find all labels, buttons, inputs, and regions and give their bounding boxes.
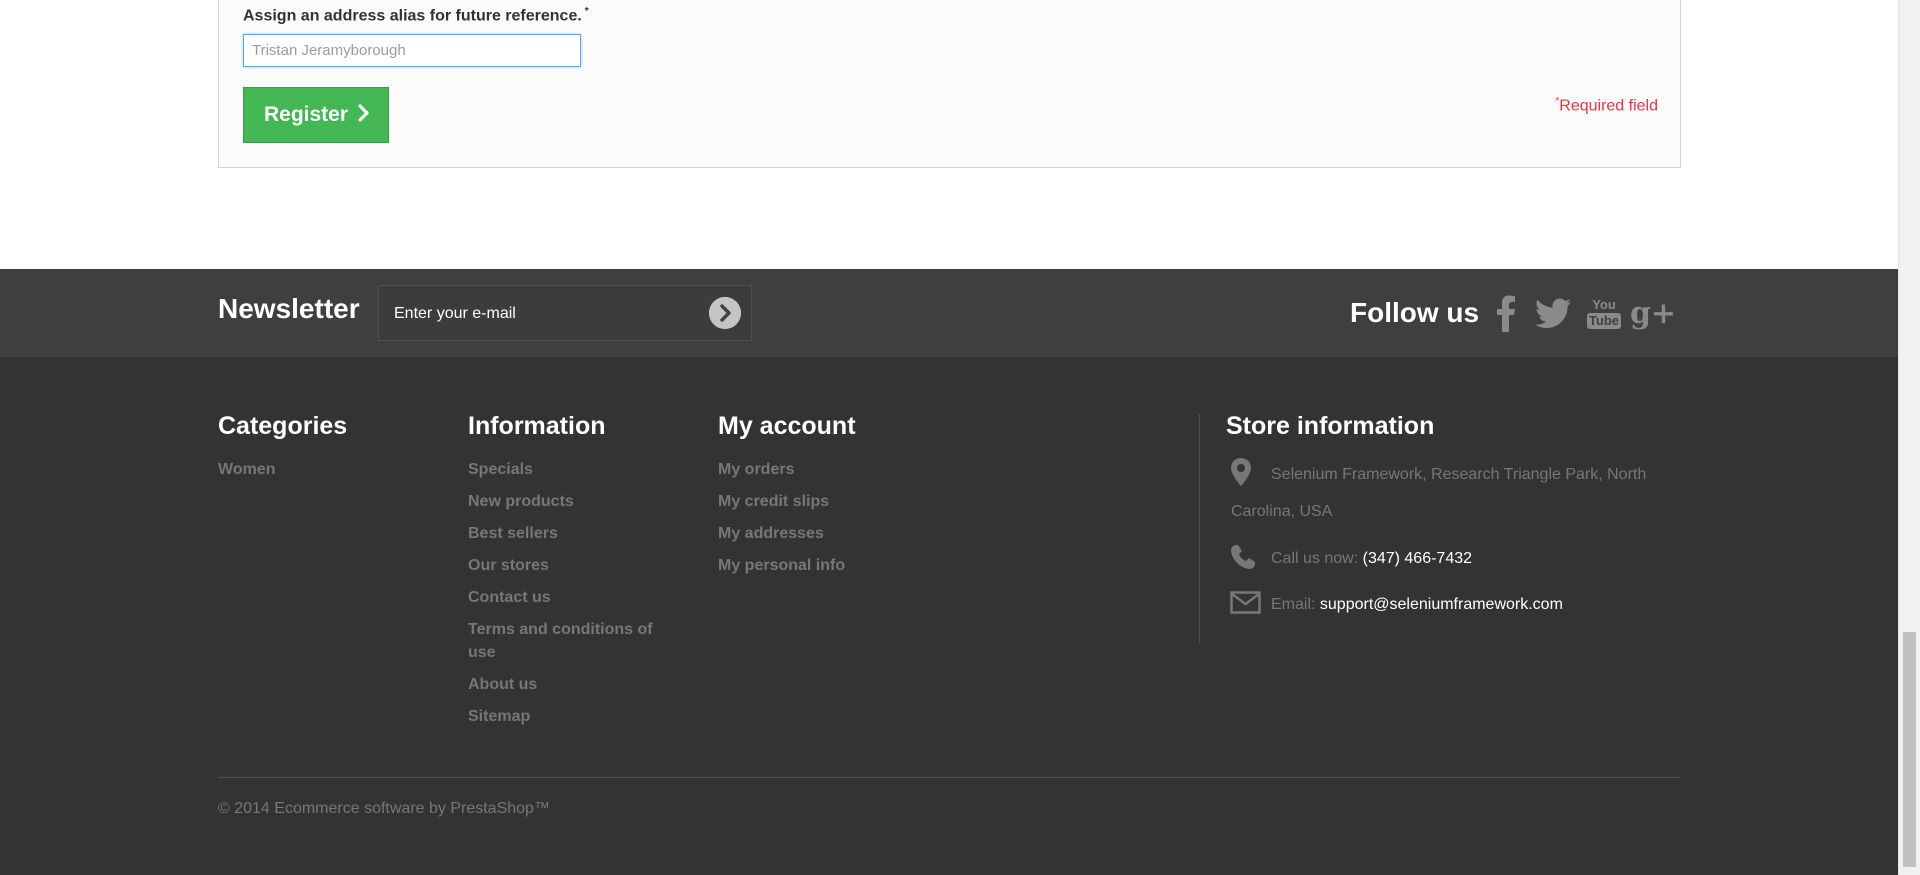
information-title: Information	[468, 412, 606, 440]
store-email-link[interactable]: support@seleniumframework.com	[1320, 596, 1563, 613]
alias-label: Assign an address alias for future refer…	[243, 6, 589, 25]
required-note-text: Required field	[1559, 97, 1658, 115]
info-link-contact-us[interactable]: Contact us	[468, 586, 668, 609]
info-link-our-stores[interactable]: Our stores	[468, 554, 668, 577]
store-phone-number: (347) 466-7432	[1362, 550, 1473, 567]
newsletter-form	[378, 285, 752, 342]
envelope-icon	[1230, 591, 1261, 619]
arrow-circle-right-icon	[709, 297, 741, 329]
newsletter-bar: Newsletter Follow us You Tube g+	[0, 269, 1898, 357]
account-link-my-orders[interactable]: My orders	[718, 458, 845, 481]
info-link-about-us[interactable]: About us	[468, 673, 668, 696]
required-field-note: *Required field	[1555, 96, 1658, 115]
register-label: Register	[264, 103, 349, 126]
follow-us-title: Follow us	[1350, 297, 1480, 328]
info-link-best-sellers[interactable]: Best sellers	[468, 522, 668, 545]
required-asterisk: *	[584, 6, 589, 17]
register-button[interactable]: Register	[243, 87, 389, 143]
info-link-specials[interactable]: Specials	[468, 458, 668, 481]
newsletter-submit-button[interactable]	[709, 297, 741, 329]
phone-icon	[1230, 544, 1256, 575]
email-label: Email:	[1271, 596, 1316, 613]
twitter-icon[interactable]	[1535, 293, 1573, 333]
store-email-row: Email: support@seleniumframework.com	[1271, 596, 1563, 614]
account-link-addresses[interactable]: My addresses	[718, 522, 845, 545]
chevron-right-icon	[358, 102, 370, 128]
my-account-list: My orders My credit slips My addresses M…	[718, 458, 845, 586]
newsletter-title: Newsletter	[218, 293, 360, 324]
registration-form-panel: Assign an address alias for future refer…	[218, 0, 1681, 168]
info-link-new-products[interactable]: New products	[468, 490, 668, 513]
categories-list: Women	[218, 458, 275, 490]
alias-input[interactable]	[243, 34, 581, 67]
category-link-women[interactable]: Women	[218, 458, 275, 481]
store-divider	[1199, 414, 1200, 643]
youtube-icon[interactable]: You Tube	[1585, 293, 1623, 333]
google-plus-icon[interactable]: g+	[1630, 293, 1676, 333]
newsletter-email-input[interactable]	[379, 286, 696, 342]
copyright-text: © 2014 Ecommerce software by PrestaShop™	[218, 800, 550, 817]
page-scrollbar[interactable]	[1898, 0, 1920, 875]
my-account-title: My account	[718, 412, 856, 440]
store-address-line1: Selenium Framework, Research Triangle Pa…	[1271, 466, 1647, 483]
categories-title: Categories	[218, 412, 348, 440]
footer-divider	[218, 777, 1681, 778]
info-link-terms[interactable]: Terms and conditions of use	[468, 618, 668, 664]
information-list: Specials New products Best sellers Our s…	[468, 458, 668, 737]
footer: Categories Women Information Specials Ne…	[0, 357, 1898, 875]
google-plus-icon-text: g+	[1629, 295, 1677, 331]
store-address-line2: Carolina, USA	[1231, 503, 1333, 520]
store-info-title: Store information	[1226, 412, 1435, 440]
youtube-icon-text-top: You	[1592, 296, 1616, 312]
account-link-credit-slips[interactable]: My credit slips	[718, 490, 845, 513]
info-link-sitemap[interactable]: Sitemap	[468, 705, 668, 728]
call-us-label: Call us now:	[1271, 550, 1359, 567]
youtube-icon-text-bottom: Tube	[1586, 312, 1622, 329]
store-phone-row: Call us now: (347) 466-7432	[1271, 550, 1472, 568]
account-link-personal-info[interactable]: My personal info	[718, 554, 845, 577]
alias-label-text: Assign an address alias for future refer…	[243, 7, 582, 25]
map-marker-icon	[1230, 458, 1252, 491]
scrollbar-thumb[interactable]	[1903, 632, 1916, 867]
page: Assign an address alias for future refer…	[0, 0, 1898, 875]
facebook-icon[interactable]	[1487, 293, 1525, 333]
